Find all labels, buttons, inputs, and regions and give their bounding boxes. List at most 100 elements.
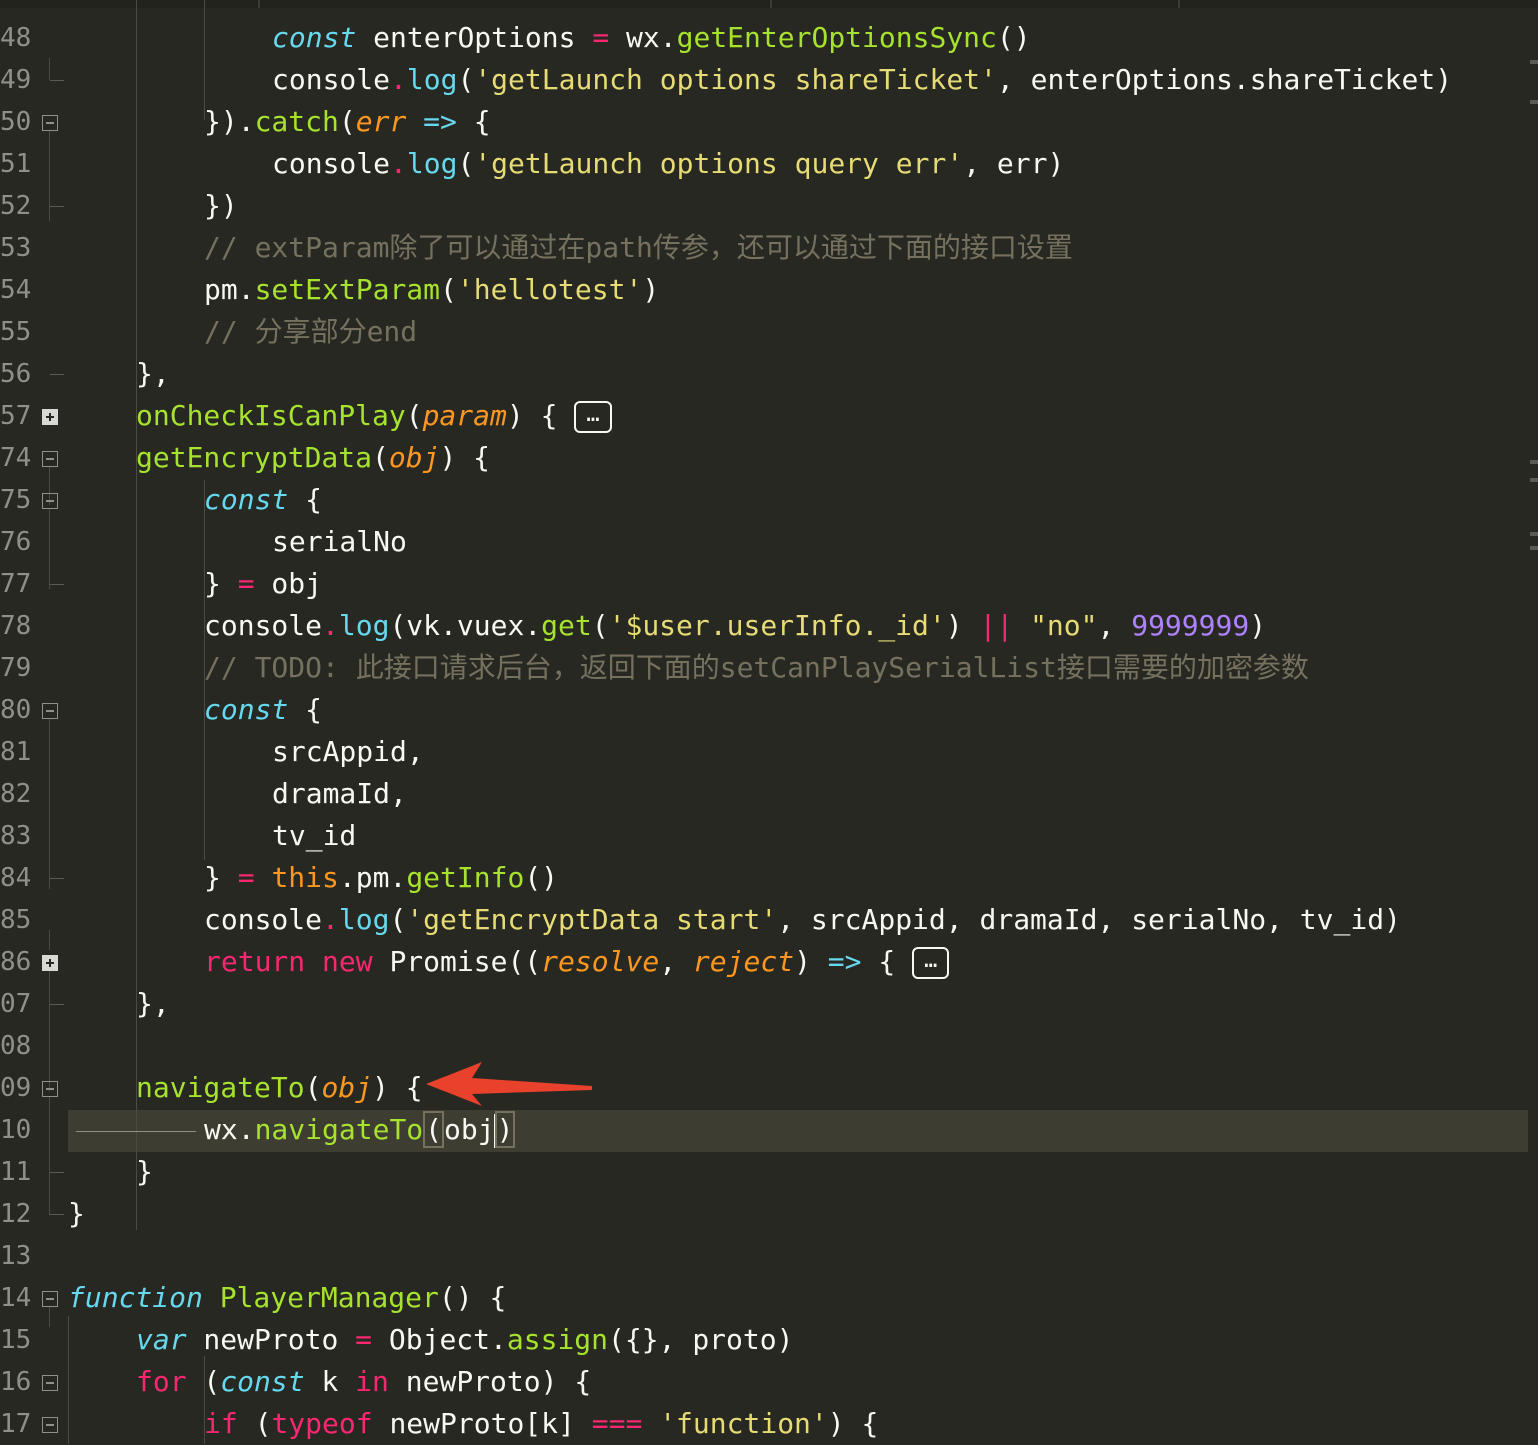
code-line: // 分享部分end bbox=[204, 311, 417, 353]
code-token: console bbox=[204, 609, 323, 642]
code-token: k bbox=[304, 1365, 356, 1398]
code-token: '$user.userInfo._id' bbox=[608, 609, 946, 642]
code-token: }, bbox=[136, 987, 170, 1020]
code-token: => bbox=[827, 945, 862, 978]
code-line: function PlayerManager() { bbox=[68, 1277, 506, 1319]
code-line: }).catch(err => { bbox=[204, 101, 491, 143]
line-number: 83 bbox=[0, 821, 32, 851]
code-token: ( bbox=[186, 1365, 221, 1398]
fold-expand-icon[interactable] bbox=[42, 955, 58, 971]
code-line: } bbox=[68, 1193, 85, 1235]
code-line: for (const k in newProto) { bbox=[136, 1361, 591, 1403]
code-token: Object. bbox=[372, 1323, 507, 1356]
matching-bracket: ( bbox=[423, 1111, 445, 1148]
code-token: this bbox=[271, 861, 339, 894]
code-token: 'function' bbox=[659, 1407, 828, 1440]
code-comment: // TODO: 此接口请求后台，返回下面的setCanPlaySerialLi… bbox=[204, 651, 1309, 684]
code-line: } = obj bbox=[204, 563, 322, 605]
line-number: 55 bbox=[0, 317, 32, 347]
line-number: 82 bbox=[0, 779, 32, 809]
line-number: 57 bbox=[0, 401, 32, 431]
fold-collapse-icon[interactable] bbox=[42, 703, 58, 719]
line-number: 15 bbox=[0, 1325, 32, 1355]
fold-collapse-icon[interactable] bbox=[42, 493, 58, 509]
fold-collapse-icon[interactable] bbox=[42, 451, 58, 467]
code-token: } bbox=[204, 861, 238, 894]
code-line: srcAppid, bbox=[272, 731, 424, 773]
code-token: () { bbox=[438, 1281, 507, 1314]
line-number: 80 bbox=[0, 695, 32, 725]
code-token: ) bbox=[945, 609, 980, 642]
code-token: }) bbox=[204, 189, 238, 222]
code-token: param bbox=[422, 399, 507, 432]
line-number: 08 bbox=[0, 1031, 32, 1061]
fold-collapse-icon[interactable] bbox=[42, 115, 58, 131]
code-token: { bbox=[456, 105, 491, 138]
line-number: 78 bbox=[0, 611, 32, 641]
code-token: ) { bbox=[372, 1071, 423, 1104]
code-line: const { bbox=[204, 479, 322, 521]
scrollbar-marker bbox=[1530, 532, 1538, 536]
code-token: obj bbox=[444, 1113, 495, 1146]
code-token: ( bbox=[457, 63, 475, 96]
code-line: getEncryptData(obj) { bbox=[136, 437, 490, 479]
folded-region-button[interactable]: … bbox=[574, 401, 612, 433]
code-line: serialNo bbox=[272, 521, 407, 563]
code-line: console.log(vk.vuex.get('$user.userInfo.… bbox=[204, 605, 1266, 647]
code-line: // TODO: 此接口请求后台，返回下面的setCanPlaySerialLi… bbox=[204, 647, 1309, 689]
line-number: 07 bbox=[0, 989, 32, 1019]
line-number: 51 bbox=[0, 149, 32, 179]
code-token: } bbox=[136, 1155, 153, 1188]
code-token: || bbox=[979, 609, 1014, 642]
code-token: setExtParam bbox=[254, 273, 441, 306]
fold-expand-icon[interactable] bbox=[42, 409, 58, 425]
code-token: ( bbox=[237, 1407, 272, 1440]
line-number: 11 bbox=[0, 1157, 32, 1187]
code-token: dramaId, bbox=[272, 777, 407, 810]
line-number: 79 bbox=[0, 653, 32, 683]
fold-collapse-icon[interactable] bbox=[42, 1081, 58, 1097]
code-token: ) { bbox=[506, 399, 575, 432]
fold-collapse-icon[interactable] bbox=[42, 1291, 58, 1307]
code-comment: // extParam除了可以通过在path传参，还可以通过下面的接口设置 bbox=[204, 231, 1073, 264]
code-token: if bbox=[204, 1407, 238, 1440]
code-token: 'getEncryptData start' bbox=[406, 903, 778, 936]
annotation-arrow-icon bbox=[426, 1062, 592, 1106]
code-editor[interactable]: 48 49 50 51 52 53 54 55 56 57 74 75 76 7… bbox=[0, 0, 1538, 1444]
code-token: pm. bbox=[204, 273, 255, 306]
code-token: ( bbox=[405, 399, 423, 432]
code-token: function bbox=[68, 1281, 203, 1314]
line-number: 86 bbox=[0, 947, 32, 977]
code-token: 'getLaunch options shareTicket' bbox=[474, 63, 997, 96]
fold-collapse-icon[interactable] bbox=[42, 1417, 58, 1433]
code-line: navigateTo(obj) { bbox=[136, 1067, 423, 1109]
code-line: onCheckIsCanPlay(param) { … bbox=[136, 395, 612, 437]
code-token: log bbox=[406, 147, 458, 180]
code-token: , bbox=[1097, 609, 1132, 642]
code-token: in bbox=[355, 1365, 389, 1398]
code-token: log bbox=[338, 609, 390, 642]
code-token: }, bbox=[136, 357, 170, 390]
code-token: ( bbox=[440, 273, 457, 306]
line-number: 76 bbox=[0, 527, 32, 557]
code-token: ( bbox=[372, 441, 389, 474]
code-token: = bbox=[355, 1323, 373, 1356]
code-token: newProto[k] bbox=[372, 1407, 592, 1440]
code-token: const bbox=[204, 693, 289, 726]
line-number: 74 bbox=[0, 443, 32, 473]
scrollbar-marker bbox=[1530, 100, 1538, 104]
code-token: ) bbox=[1249, 609, 1267, 642]
code-area[interactable]: const enterOptions = wx.getEnterOptionsS… bbox=[68, 0, 1528, 1444]
line-number: 17 bbox=[0, 1409, 32, 1439]
code-token: PlayerManager bbox=[219, 1281, 439, 1314]
code-token: tv_id bbox=[272, 819, 357, 852]
folded-region-button[interactable]: … bbox=[912, 947, 950, 979]
fold-collapse-icon[interactable] bbox=[42, 1375, 58, 1391]
code-token: ) bbox=[642, 273, 660, 306]
code-token: log bbox=[338, 903, 390, 936]
code-token: ( bbox=[591, 609, 609, 642]
code-token: 'hellotest' bbox=[456, 273, 643, 306]
